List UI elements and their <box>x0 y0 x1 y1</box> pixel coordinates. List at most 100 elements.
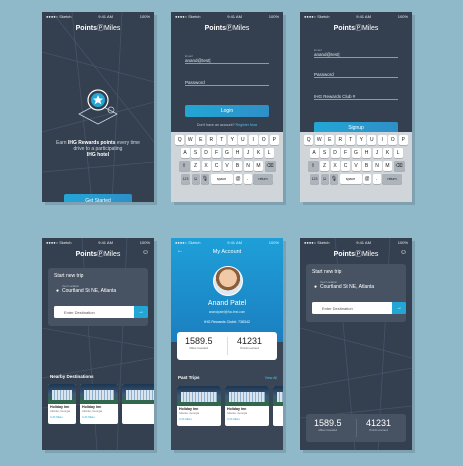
emoji-key[interactable]: ☺ <box>191 174 200 184</box>
key-y[interactable]: Y <box>227 135 237 145</box>
key-r[interactable]: R <box>206 135 216 145</box>
profile-icon[interactable]: ☺ <box>142 249 149 256</box>
key-d[interactable]: D <box>330 148 340 158</box>
points-stat: 41231 Points earned <box>237 336 262 350</box>
return-key[interactable]: return <box>253 174 273 184</box>
mic-icon[interactable]: 🎙 <box>201 174 209 184</box>
dot-key[interactable]: . <box>243 174 252 184</box>
hotel-card[interactable]: Holiday Inn Atlanta, Georgia 3.24 Miles <box>48 384 76 424</box>
get-started-button[interactable]: Get Started <box>64 194 132 202</box>
shift-key[interactable]: ⇧ <box>307 161 319 171</box>
numbers-key[interactable]: 123 <box>181 174 190 184</box>
key-v[interactable]: V <box>351 161 361 171</box>
key-y[interactable]: Y <box>356 135 366 145</box>
key-k[interactable]: K <box>383 148 392 158</box>
key-w[interactable]: W <box>185 135 195 145</box>
key-u[interactable]: U <box>367 135 377 145</box>
key-m[interactable]: M <box>383 161 392 171</box>
key-u[interactable]: U <box>238 135 248 145</box>
key-k[interactable]: K <box>254 148 263 158</box>
mic-icon[interactable]: 🎙 <box>330 174 338 184</box>
emoji-key[interactable]: ☺ <box>320 174 329 184</box>
login-button[interactable]: Login <box>185 105 269 117</box>
key-r[interactable]: R <box>335 135 345 145</box>
key-o[interactable]: O <box>388 135 398 145</box>
key-l[interactable]: L <box>393 148 403 158</box>
key-j[interactable]: J <box>243 148 253 158</box>
password-field[interactable]: Password <box>185 80 269 86</box>
key-l[interactable]: L <box>264 148 274 158</box>
key-d[interactable]: D <box>201 148 211 158</box>
key-t[interactable]: T <box>346 135 356 145</box>
brand-logo: PointsⓅMiles <box>333 25 379 32</box>
space-key[interactable]: space <box>339 174 362 184</box>
key-j[interactable]: J <box>372 148 382 158</box>
keyboard-row: ASDFGHJKL <box>171 148 283 158</box>
numbers-key[interactable]: 123 <box>310 174 319 184</box>
trip-card[interactable]: Holiday Inn Atlanta, Georgia 3.24 Miles <box>177 386 221 426</box>
key-f[interactable]: F <box>212 148 221 158</box>
key-s[interactable]: S <box>320 148 329 158</box>
dot-key[interactable]: . <box>372 174 381 184</box>
miles-value: 1589.5 <box>314 418 342 428</box>
shift-key[interactable]: ⇧ <box>178 161 190 171</box>
destination-input[interactable]: Enter Destination <box>312 302 398 314</box>
delete-key[interactable]: ⌫ <box>393 161 405 171</box>
key-h[interactable]: H <box>233 148 242 158</box>
hotel-card[interactable]: Holiday Inn Atlanta, Georgia 3.24 Miles <box>80 384 118 424</box>
key-n[interactable]: N <box>372 161 382 171</box>
key-i[interactable]: I <box>248 135 258 145</box>
key-e[interactable]: E <box>196 135 206 145</box>
key-c[interactable]: C <box>212 161 221 171</box>
screen-signup: ●●●●○ Sketch 9:41 AM 100% PointsⓅMiles Ema… <box>300 12 412 202</box>
key-z[interactable]: Z <box>320 161 329 171</box>
key-x[interactable]: X <box>201 161 211 171</box>
key-n[interactable]: N <box>243 161 253 171</box>
rewards-club-field[interactable]: IHG Rewards Club # <box>314 94 398 100</box>
profile-icon[interactable]: ☺ <box>400 249 407 256</box>
start-trip-title: Start new trip <box>54 273 84 279</box>
key-m[interactable]: M <box>254 161 263 171</box>
key-x[interactable]: X <box>330 161 340 171</box>
email-field[interactable]: Email anand@test| <box>185 54 269 64</box>
return-key[interactable]: return <box>382 174 402 184</box>
key-z[interactable]: Z <box>191 161 200 171</box>
key-g[interactable]: G <box>351 148 361 158</box>
register-link[interactable]: Register Now <box>236 123 258 127</box>
trip-card[interactable]: Holiday Inn Atlanta, Georgia 3.24 Miles <box>225 386 269 426</box>
at-key[interactable]: @ <box>234 174 242 184</box>
key-a[interactable]: A <box>180 148 190 158</box>
key-f[interactable]: F <box>341 148 350 158</box>
at-key[interactable]: @ <box>363 174 371 184</box>
key-t[interactable]: T <box>217 135 227 145</box>
key-c[interactable]: C <box>341 161 350 171</box>
password-field[interactable]: Password <box>314 72 398 78</box>
key-s[interactable]: S <box>191 148 200 158</box>
key-q[interactable]: Q <box>175 135 185 145</box>
key-i[interactable]: I <box>377 135 387 145</box>
email-field[interactable]: Email anand@test| <box>314 48 398 58</box>
space-key[interactable]: space <box>210 174 233 184</box>
delete-key[interactable]: ⌫ <box>264 161 276 171</box>
key-o[interactable]: O <box>259 135 269 145</box>
key-q[interactable]: Q <box>304 135 314 145</box>
key-e[interactable]: E <box>325 135 335 145</box>
key-v[interactable]: V <box>222 161 232 171</box>
go-button[interactable]: → <box>392 302 406 314</box>
key-g[interactable]: G <box>222 148 232 158</box>
key-b[interactable]: B <box>233 161 242 171</box>
trip-card[interactable] <box>273 386 283 426</box>
battery: 100% <box>139 240 150 245</box>
key-a[interactable]: A <box>309 148 319 158</box>
go-button[interactable]: → <box>134 306 148 318</box>
key-h[interactable]: H <box>362 148 371 158</box>
view-all-link[interactable]: View All <box>265 376 277 380</box>
key-p[interactable]: P <box>398 135 408 145</box>
key-w[interactable]: W <box>314 135 324 145</box>
time: 9:41 AM <box>98 240 113 245</box>
hotel-card[interactable] <box>122 384 154 424</box>
key-b[interactable]: B <box>362 161 371 171</box>
key-p[interactable]: P <box>269 135 279 145</box>
keyboard: Q W E R T Y U I O P A S D F G H J K L ⇧ Z X C V B N M ⌫ 123 ☺ 🎙 space @.… <box>171 132 283 202</box>
destination-input[interactable]: Enter Destination <box>54 306 140 318</box>
